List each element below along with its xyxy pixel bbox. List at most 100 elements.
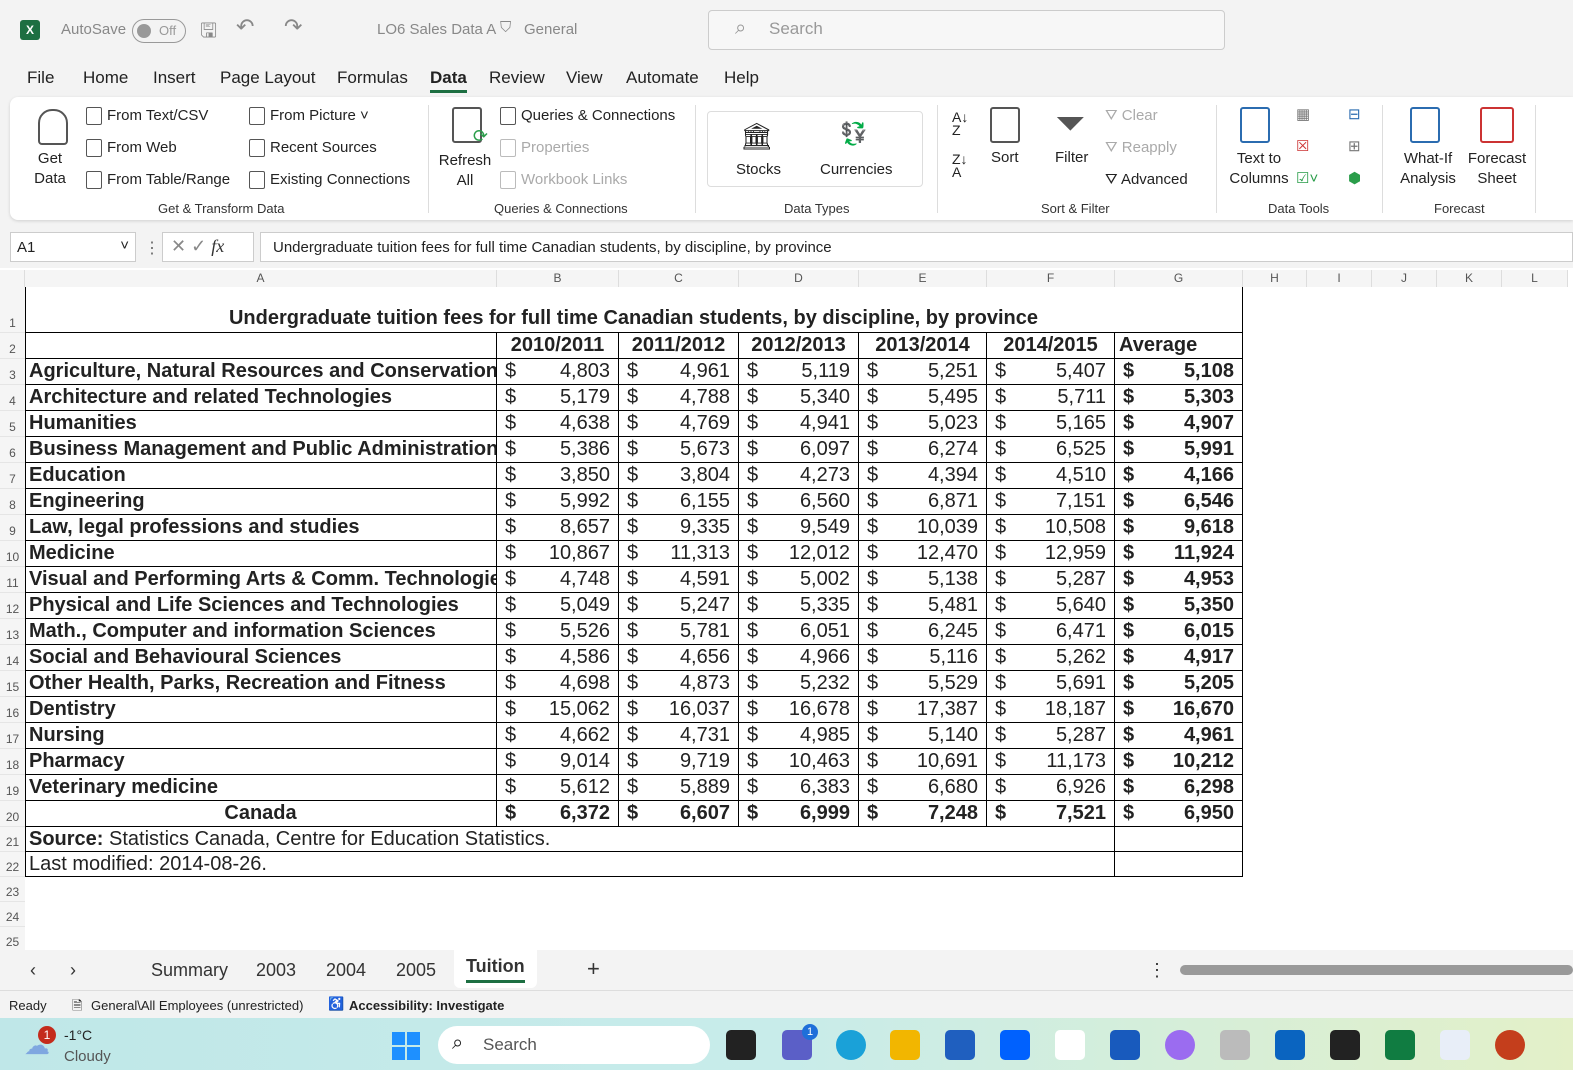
tab-page-layout[interactable]: Page Layout xyxy=(220,68,315,88)
refresh-all-button[interactable]: Refresh All xyxy=(438,151,492,191)
from-web-button[interactable]: From Web xyxy=(86,139,177,158)
row-label[interactable]: Education xyxy=(25,463,497,489)
row-header-17[interactable]: 17 xyxy=(0,723,25,749)
row-header-6[interactable]: 6 xyxy=(0,437,25,463)
row-header-12[interactable]: 12 xyxy=(0,593,25,619)
row-header-23[interactable]: 23 xyxy=(0,877,25,902)
row-header-5[interactable]: 5 xyxy=(0,411,25,437)
dropbox-icon[interactable] xyxy=(1000,1030,1030,1060)
value-cell[interactable]: $5,165 xyxy=(987,411,1115,437)
value-cell[interactable]: $16,670 xyxy=(1115,697,1243,723)
row-label[interactable]: Medicine xyxy=(25,541,497,567)
row-label[interactable]: Other Health, Parks, Recreation and Fitn… xyxy=(25,671,497,697)
sheet-tab-tuition[interactable]: Tuition xyxy=(454,950,537,988)
get-data-button[interactable]: Get Data xyxy=(28,149,72,189)
value-cell[interactable]: $4,273 xyxy=(739,463,859,489)
value-cell[interactable]: $9,618 xyxy=(1115,515,1243,541)
value-cell[interactable]: $6,926 xyxy=(987,775,1115,801)
value-cell[interactable]: $5,495 xyxy=(859,385,987,411)
powerpoint-icon[interactable] xyxy=(1495,1030,1525,1060)
text-to-columns-button[interactable]: Text to Columns xyxy=(1228,149,1290,189)
value-cell[interactable]: $5,612 xyxy=(497,775,619,801)
value-cell[interactable]: $11,924 xyxy=(1115,541,1243,567)
column-header-B[interactable]: B xyxy=(497,270,619,287)
value-cell[interactable]: $5,711 xyxy=(987,385,1115,411)
value-cell[interactable]: $4,907 xyxy=(1115,411,1243,437)
row-header-7[interactable]: 7 xyxy=(0,463,25,489)
word-icon[interactable] xyxy=(1110,1030,1140,1060)
flash-fill-icon[interactable]: ▦ xyxy=(1296,105,1310,123)
row-header-25[interactable]: 25 xyxy=(0,927,25,950)
snipping-tool-icon[interactable] xyxy=(1440,1030,1470,1060)
relationships-icon[interactable]: ⊞ xyxy=(1348,137,1361,155)
value-cell[interactable]: $5,673 xyxy=(619,437,739,463)
row-label[interactable]: Math., Computer and information Sciences xyxy=(25,619,497,645)
column-header-G[interactable]: G xyxy=(1115,270,1243,287)
value-cell[interactable]: $5,640 xyxy=(987,593,1115,619)
value-cell[interactable]: $4,656 xyxy=(619,645,739,671)
network-app-icon[interactable] xyxy=(1220,1030,1250,1060)
value-cell[interactable]: $4,941 xyxy=(739,411,859,437)
row-label[interactable]: Canada xyxy=(25,801,497,827)
value-cell[interactable]: $9,549 xyxy=(739,515,859,541)
row-header-4[interactable]: 4 xyxy=(0,385,25,411)
value-cell[interactable]: $5,116 xyxy=(859,645,987,671)
properties-button[interactable]: Properties xyxy=(500,139,589,158)
row-label[interactable]: Veterinary medicine xyxy=(25,775,497,801)
redo-icon[interactable]: ↷ xyxy=(284,14,302,40)
tab-review[interactable]: Review xyxy=(489,68,545,88)
add-sheet-icon[interactable]: + xyxy=(587,956,600,982)
row-header-16[interactable]: 16 xyxy=(0,697,25,723)
source-note[interactable]: Source: Statistics Canada, Centre for Ed… xyxy=(25,827,1115,852)
value-cell[interactable]: $5,002 xyxy=(739,567,859,593)
value-cell[interactable]: $6,015 xyxy=(1115,619,1243,645)
row-header-20[interactable]: 20 xyxy=(0,801,25,827)
value-cell[interactable]: $5,781 xyxy=(619,619,739,645)
sheet-tab-summary[interactable]: Summary xyxy=(151,960,228,981)
value-cell[interactable]: $6,871 xyxy=(859,489,987,515)
value-cell[interactable]: $5,205 xyxy=(1115,671,1243,697)
row-label[interactable]: Business Management and Public Administr… xyxy=(25,437,497,463)
value-cell[interactable]: $6,999 xyxy=(739,801,859,827)
column-heading[interactable]: 2013/2014 xyxy=(859,333,987,359)
sensitivity-label[interactable]: General xyxy=(524,21,577,38)
row-label[interactable]: Agriculture, Natural Resources and Conse… xyxy=(25,359,497,385)
sheet-tab-2003[interactable]: 2003 xyxy=(256,960,296,981)
from-text-csv-button[interactable]: From Text/CSV xyxy=(86,107,208,126)
recent-sources-button[interactable]: Recent Sources xyxy=(249,139,377,158)
name-box[interactable]: A1 ˅ xyxy=(10,232,136,262)
save-icon[interactable]: 🖫 xyxy=(200,16,217,50)
more-icon[interactable]: ⋮ xyxy=(144,238,160,258)
value-cell[interactable]: $4,662 xyxy=(497,723,619,749)
value-cell[interactable]: $5,481 xyxy=(859,593,987,619)
value-cell[interactable]: $6,950 xyxy=(1115,801,1243,827)
data-model-icon[interactable]: ⬢ xyxy=(1348,169,1361,187)
value-cell[interactable]: $4,803 xyxy=(497,359,619,385)
sheet-tab-2005[interactable]: 2005 xyxy=(396,960,436,981)
spreadsheet-grid[interactable]: A B C D E F G H I J K L 1 2 3 4 5 6 7 8 9 10 11 12 13 14 15 16 17 18 1… xyxy=(0,268,1573,950)
value-cell[interactable]: $3,804 xyxy=(619,463,739,489)
value-cell[interactable]: $5,407 xyxy=(987,359,1115,385)
value-cell[interactable]: $10,867 xyxy=(497,541,619,567)
value-cell[interactable]: $11,173 xyxy=(987,749,1115,775)
row-label[interactable]: Architecture and related Technologies xyxy=(25,385,497,411)
file-name[interactable]: LO6 Sales Data A xyxy=(377,21,496,38)
d2l-icon[interactable] xyxy=(1330,1030,1360,1060)
accessibility-status[interactable]: Accessibility: Investigate xyxy=(349,998,504,1013)
value-cell[interactable]: $4,873 xyxy=(619,671,739,697)
row-header-11[interactable]: 11 xyxy=(0,567,25,593)
sort-az-icon[interactable]: A↓ Z xyxy=(952,110,968,137)
select-all-corner[interactable] xyxy=(0,270,25,287)
value-cell[interactable]: $5,303 xyxy=(1115,385,1243,411)
clear-button[interactable]: ⛛ Clear xyxy=(1105,107,1158,124)
value-cell[interactable]: $5,247 xyxy=(619,593,739,619)
value-cell[interactable]: $5,992 xyxy=(497,489,619,515)
copilot-icon[interactable] xyxy=(1165,1030,1195,1060)
value-cell[interactable]: $6,274 xyxy=(859,437,987,463)
last-modified[interactable]: Last modified: 2014-08-26. xyxy=(25,852,1115,877)
value-cell[interactable]: $4,961 xyxy=(619,359,739,385)
edge-icon[interactable] xyxy=(836,1030,866,1060)
value-cell[interactable]: $17,387 xyxy=(859,697,987,723)
value-cell[interactable]: $5,529 xyxy=(859,671,987,697)
column-header-C[interactable]: C xyxy=(619,270,739,287)
